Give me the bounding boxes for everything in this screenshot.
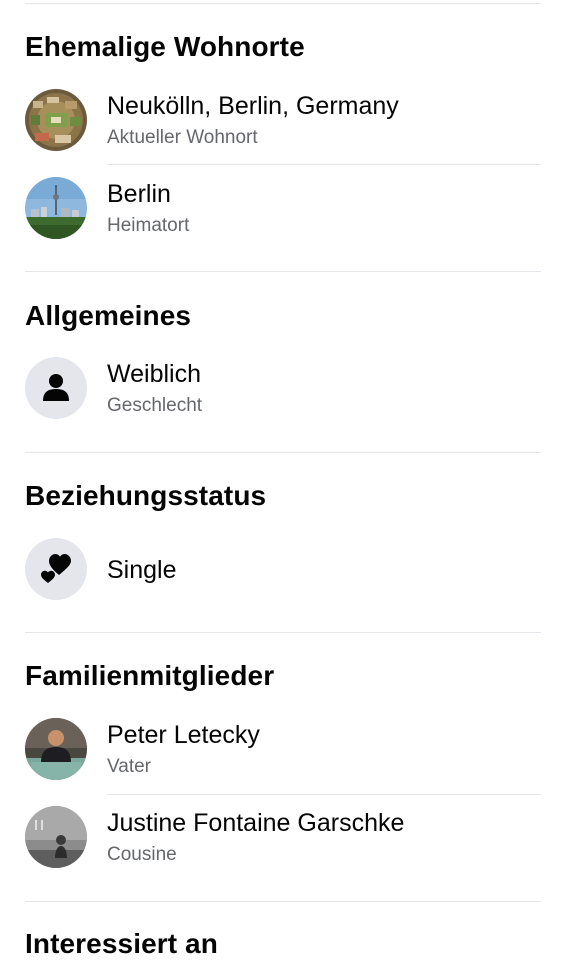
section-divider <box>25 632 541 633</box>
section-title-interested: Interessiert an <box>25 928 218 959</box>
section-title-residences: Ehemalige Wohnorte <box>25 31 305 62</box>
hearts-icon <box>25 538 87 600</box>
item-divider <box>107 164 541 165</box>
profile-photo-icon <box>25 718 87 780</box>
list-item-relationship: Single <box>0 529 566 609</box>
section-divider <box>25 452 541 453</box>
list-item-hometown[interactable]: Berlin Heimatort <box>0 168 566 248</box>
neukoelln-photo-icon <box>25 89 87 151</box>
profile-photo-icon <box>25 806 87 868</box>
family-member-name: Justine Fontaine Garschke <box>107 809 405 837</box>
section-title-general: Allgemeines <box>25 300 192 331</box>
hometown-subtitle: Heimatort <box>107 215 190 236</box>
list-item-family-member[interactable]: Justine Fontaine Garschke Cousine <box>0 797 566 877</box>
gender-value: Weiblich <box>107 360 202 388</box>
residence-name: Neukölln, Berlin, Germany <box>107 92 399 120</box>
top-divider <box>25 3 541 4</box>
section-divider <box>25 271 541 272</box>
list-item-family-member[interactable]: Peter Letecky Vater <box>0 709 566 789</box>
residence-subtitle: Aktueller Wohnort <box>107 127 258 148</box>
item-divider <box>107 794 541 795</box>
family-member-relation: Cousine <box>107 844 177 865</box>
list-item-gender: Weiblich Geschlecht <box>0 348 566 428</box>
family-member-relation: Vater <box>107 756 152 777</box>
gender-label: Geschlecht <box>107 395 203 416</box>
hometown-name: Berlin <box>107 180 171 208</box>
berlin-skyline-photo-icon <box>25 177 87 239</box>
person-icon <box>25 357 87 419</box>
list-item-current-residence[interactable]: Neukölln, Berlin, Germany Aktueller Wohn… <box>0 80 566 160</box>
family-member-name: Peter Letecky <box>107 721 260 749</box>
section-title-relationship: Beziehungsstatus <box>25 480 267 511</box>
section-title-family: Familienmitglieder <box>25 660 275 691</box>
relationship-status: Single <box>107 556 177 584</box>
section-divider <box>25 901 541 902</box>
